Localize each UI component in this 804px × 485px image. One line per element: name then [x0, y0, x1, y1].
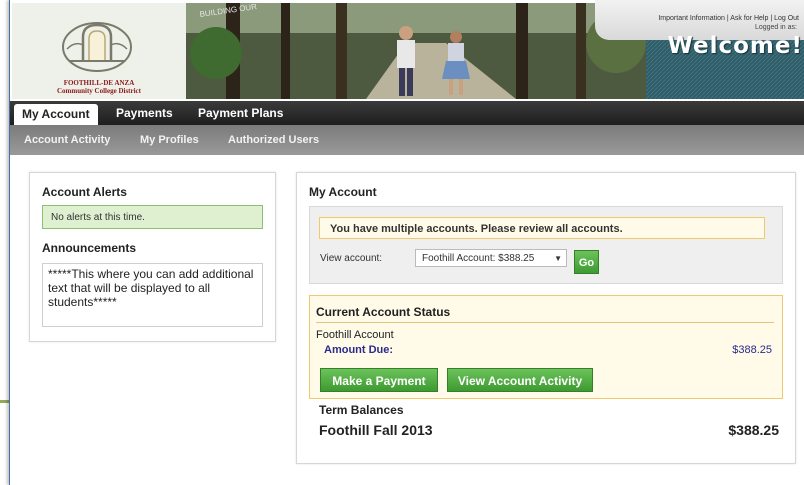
campus-scene-image: BUILDING OUR — [186, 3, 646, 99]
ask-for-help-link[interactable]: Ask for Help — [730, 15, 768, 22]
account-select[interactable]: Foothill Account: $388.25 ▼ — [415, 249, 567, 267]
subtab-my-profiles[interactable]: My Profiles — [140, 125, 199, 155]
chevron-down-icon: ▼ — [554, 254, 562, 263]
subtab-authorized-users[interactable]: Authorized Users — [228, 125, 319, 155]
announcements-title: Announcements — [42, 241, 137, 255]
status-title: Current Account Status — [316, 305, 451, 319]
utility-links: Important Information | Ask for Help | L… — [658, 15, 799, 22]
subtab-account-activity[interactable]: Account Activity — [24, 125, 110, 155]
amount-due-label: Amount Due: — [324, 344, 394, 356]
term-name: Foothill Fall 2013 — [319, 422, 433, 438]
seal-icon — [62, 22, 132, 72]
tab-payment-plans[interactable]: Payment Plans — [190, 101, 291, 125]
status-divider — [316, 322, 774, 323]
alerts-panel: Account Alerts No alerts at this time. A… — [29, 172, 276, 342]
account-selector-box: You have multiple accounts. Please revie… — [309, 206, 783, 284]
multiple-accounts-notice: You have multiple accounts. Please revie… — [319, 217, 765, 239]
view-account-label: View account: — [320, 253, 383, 264]
account-status-box: Current Account Status Foothill Account … — [309, 295, 783, 399]
tab-my-account[interactable]: My Account — [14, 104, 98, 125]
make-payment-button[interactable]: Make a Payment — [320, 368, 438, 392]
view-account-activity-button[interactable]: View Account Activity — [447, 368, 593, 392]
welcome-heading: Welcome! — [667, 33, 803, 59]
sub-nav: Account Activity My Profiles Authorized … — [10, 125, 804, 155]
campus-photo: BUILDING OUR — [186, 3, 646, 99]
tab-payments[interactable]: Payments — [108, 101, 181, 125]
left-accent-line — [0, 400, 9, 403]
term-balances-title: Term Balances — [319, 403, 404, 417]
go-button[interactable]: Go — [574, 250, 599, 274]
alerts-message: No alerts at this time. — [42, 205, 263, 229]
amount-due-value: $388.25 — [732, 344, 772, 356]
logo-title: FOOTHILL-DE ANZA — [63, 79, 135, 87]
logo-subtitle: Community College District — [57, 87, 141, 95]
main-nav: My Account Payments Payment Plans — [10, 101, 804, 125]
browser-frame: FOOTHILL-DE ANZA Community College Distr… — [9, 0, 804, 485]
announcements-text: *****This where you can add additional t… — [42, 263, 263, 327]
logged-in-label: Logged in as: — [754, 24, 797, 31]
account-select-value: Foothill Account: $388.25 — [422, 253, 535, 264]
important-info-link[interactable]: Important Information — [658, 15, 725, 22]
my-account-title: My Account — [309, 185, 377, 199]
log-out-link[interactable]: Log Out — [774, 15, 799, 22]
alerts-title: Account Alerts — [42, 185, 127, 199]
account-name: Foothill Account — [316, 329, 394, 341]
header-banner: FOOTHILL-DE ANZA Community College Distr… — [10, 0, 804, 101]
district-logo[interactable]: FOOTHILL-DE ANZA Community College Distr… — [12, 3, 187, 99]
term-amount: $388.25 — [728, 422, 779, 438]
my-account-panel: My Account You have multiple accounts. P… — [296, 172, 796, 464]
